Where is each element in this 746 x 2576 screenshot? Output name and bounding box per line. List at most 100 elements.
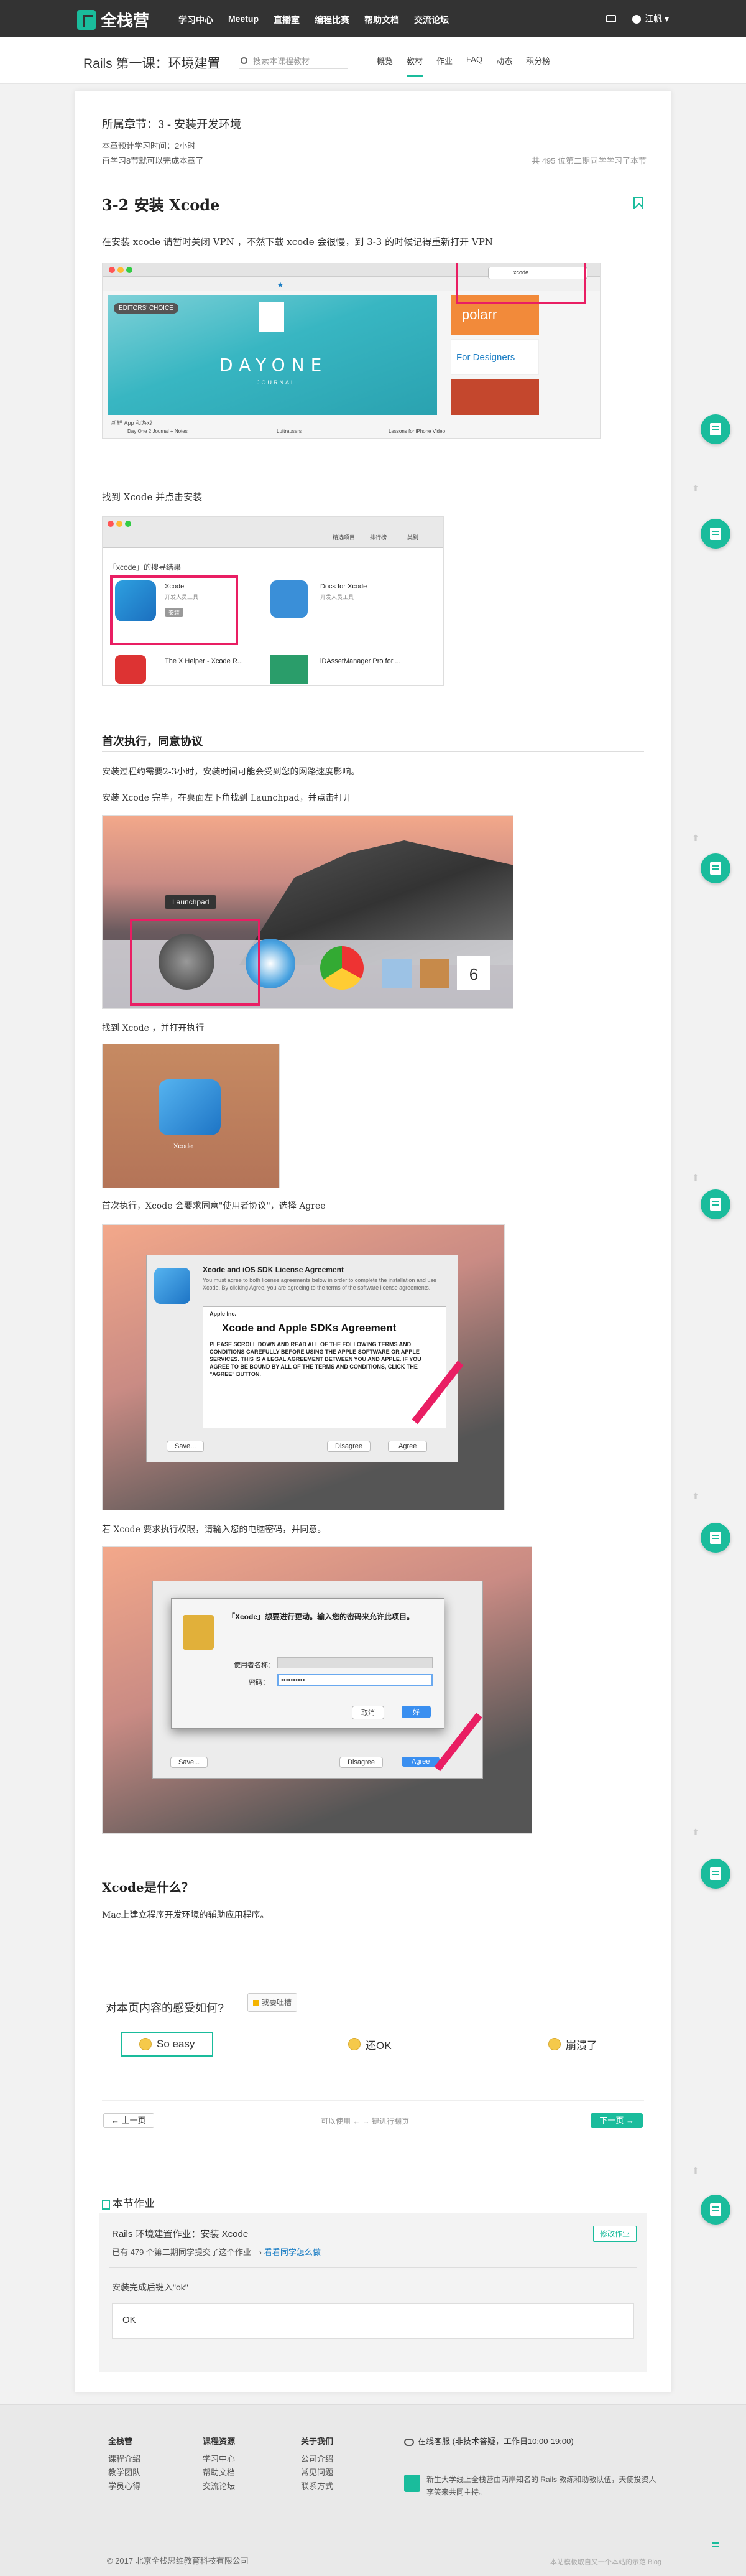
- scroll-up-icon[interactable]: ⬆: [690, 2165, 701, 2176]
- auth-pass-field: ••••••••••: [277, 1674, 433, 1686]
- window-minimize-icon: [117, 267, 124, 273]
- footer-link-learning-center[interactable]: 学习中心: [203, 2452, 235, 2466]
- idasset-app-icon: [270, 655, 308, 684]
- course-search-input[interactable]: 搜索本课程教材: [239, 54, 348, 69]
- nav-item-live-room[interactable]: 直播室: [274, 14, 300, 26]
- tab-faq[interactable]: FAQ: [466, 55, 482, 77]
- nav-item-forum[interactable]: 交流论坛: [414, 14, 449, 26]
- chrome-icon: [320, 946, 364, 990]
- bookmark-ribbon-icon: [259, 302, 284, 332]
- scroll-up-icon[interactable]: ⬆: [690, 1490, 701, 1502]
- app-luftrausers: Luftrausers: [277, 429, 302, 434]
- floating-note-button[interactable]: [701, 2195, 730, 2225]
- docs-app-icon: [270, 580, 308, 618]
- floating-note-button[interactable]: [701, 853, 730, 883]
- floating-note-button[interactable]: [701, 1859, 730, 1889]
- auth-ok-button: 好: [402, 1706, 431, 1718]
- scroll-up-icon[interactable]: ⬆: [690, 832, 701, 844]
- prev-page-button[interactable]: ← 上一页: [103, 2113, 154, 2128]
- feedback-option-easy-label: So easy: [157, 2038, 195, 2050]
- tab-activity[interactable]: 动态: [496, 55, 512, 77]
- main-nav: 学习中心 Meetup 直播室 编程比赛 帮助文档 交流论坛: [178, 14, 449, 26]
- result-docs-category: 开发人员工具: [320, 594, 354, 600]
- tab-overview[interactable]: 概览: [377, 55, 393, 77]
- chapter-progress: 共 495 位第二期同学学习了本节: [532, 156, 647, 165]
- mail-icon[interactable]: [606, 15, 617, 22]
- scroll-up-icon[interactable]: ⬆: [690, 1172, 701, 1183]
- license-body: PLEASE SCROLL DOWN AND READ ALL OF THE F…: [210, 1341, 421, 1377]
- license-text-area: Apple Inc. Xcode and Apple SDKs Agreemen…: [203, 1306, 446, 1428]
- tab-materials[interactable]: 教材: [407, 55, 423, 77]
- xcode-hammer-icon: [159, 1079, 221, 1135]
- footer-link-course-intro[interactable]: 课程介绍: [108, 2452, 140, 2466]
- lesson-title: 3-2 安装 Xcode: [102, 196, 220, 214]
- auth-save-button: Save...: [170, 1757, 208, 1768]
- tab-homework[interactable]: 作业: [436, 55, 453, 77]
- feedback-option-ok[interactable]: 还OK: [348, 2032, 392, 2057]
- footer-link-contact[interactable]: 联系方式: [301, 2480, 333, 2493]
- floating-note-button[interactable]: [701, 1189, 730, 1219]
- license-dialog: Xcode and iOS SDK License Agreement You …: [146, 1255, 458, 1462]
- floating-note-button[interactable]: [701, 414, 730, 444]
- nav-item-help-docs[interactable]: 帮助文档: [364, 14, 399, 26]
- document-icon: [102, 2199, 110, 2210]
- lesson-para-launchpad: 安装 Xcode 完毕，在桌面左下角找到 Launchpad，并点击打开: [102, 793, 352, 803]
- app-lessons: Lessons for iPhone Video: [389, 429, 446, 434]
- search-result-toolbar: 精选项目 排行榜 类别: [103, 517, 443, 548]
- scroll-up-icon[interactable]: ⬆: [690, 1826, 701, 1838]
- edit-homework-button[interactable]: 修改作业: [592, 2226, 637, 2242]
- result-docs-name: Docs for Xcode: [320, 583, 367, 590]
- homework-see-others-link[interactable]: 看看同学怎么做: [264, 2248, 321, 2257]
- license-agree-button: Agree: [388, 1441, 428, 1452]
- footer-link-help-docs[interactable]: 帮助文档: [203, 2466, 235, 2480]
- smile-emoji-icon: [139, 2038, 152, 2050]
- feedback-option-crash[interactable]: 崩溃了: [548, 2032, 597, 2057]
- bookmark-icon[interactable]: [633, 197, 643, 209]
- designers-label: For Designers: [456, 352, 515, 363]
- search-icon: [241, 57, 247, 64]
- brand-logo[interactable]: 全栈营: [77, 8, 149, 31]
- auth-dialog: 「Xcode」想要进行更动。输入您的密码来允许此项目。 使用者名称： 密码： •…: [171, 1598, 444, 1729]
- dayone-banner: EDITORS' CHOICE DAYONE JOURNAL: [108, 295, 437, 415]
- footer-link-forum[interactable]: 交流论坛: [203, 2480, 235, 2493]
- lesson-card: 所属章节：3 - 安装开发环境 本章预计学习时间：2小时 再学习8节就可以完成本…: [75, 91, 671, 2392]
- auth-agree-button: Agree: [402, 1757, 440, 1767]
- nav-item-contest[interactable]: 编程比赛: [315, 14, 349, 26]
- chapter-info: 所属章节：3 - 安装开发环境 本章预计学习时间：2小时 再学习8节就可以完成本…: [99, 103, 647, 165]
- course-title[interactable]: Rails 第一课：环境建置: [83, 53, 221, 72]
- nav-item-meetup[interactable]: Meetup: [228, 14, 259, 26]
- window-zoom-icon: [125, 521, 131, 527]
- footer-link-faq[interactable]: 常见问题: [301, 2466, 333, 2480]
- license-save-button: Save...: [167, 1441, 205, 1452]
- footer-support-text: 在线客服 (非技术答疑，工作日10:00-19:00): [418, 2437, 574, 2446]
- feedback-option-easy[interactable]: So easy: [121, 2032, 214, 2057]
- license-screenshot: Xcode and iOS SDK License Agreement You …: [102, 1224, 505, 1510]
- report-issue-button[interactable]: 我要吐槽: [247, 1993, 298, 2012]
- footer-col-head: 全栈营: [108, 2437, 133, 2446]
- tab-featured: 精选项目: [333, 534, 356, 541]
- auth-title: 「Xcode」想要进行更动。输入您的密码来允许此项目。: [228, 1612, 415, 1621]
- footer-link-team[interactable]: 教学团队: [108, 2466, 140, 2480]
- floating-note-button[interactable]: [701, 519, 730, 549]
- lesson-para-agree: 首次执行，Xcode 会要求同意"使用者协议"，选择 Agree: [102, 1201, 326, 1211]
- homework-name: Rails 环境建置作业：安装 Xcode: [112, 2229, 249, 2239]
- footer-support-link[interactable]: 在线客服 (非技术答疑，工作日10:00-19:00): [404, 2435, 574, 2447]
- scroll-up-icon[interactable]: ⬆: [690, 483, 701, 494]
- license-heading: Xcode and Apple SDKs Agreement: [222, 1322, 397, 1334]
- footer: 全栈营 课程介绍 教学团队 学员心得 课程资源 学习中心 帮助文档 交流论坛 关…: [0, 2404, 746, 2576]
- license-xcode-icon: [154, 1268, 190, 1304]
- window-zoom-icon: [126, 267, 132, 273]
- tab-leaderboard[interactable]: 积分榜: [526, 55, 550, 77]
- polarr-label: polarr: [462, 307, 497, 322]
- user-menu[interactable]: 江帆 ▾: [632, 12, 669, 25]
- nav-item-learning-center[interactable]: 学习中心: [178, 14, 213, 26]
- next-page-button[interactable]: 下一页 →: [591, 2113, 643, 2128]
- footer-link-company[interactable]: 公司介绍: [301, 2452, 333, 2466]
- floating-note-button[interactable]: [701, 1523, 730, 1553]
- window-minimize-icon: [116, 521, 122, 527]
- neutral-emoji-icon: [348, 2038, 361, 2050]
- footer-link-testimonials[interactable]: 学员心得: [108, 2480, 140, 2493]
- app-dayone: Day One 2 Journal + Notes: [127, 429, 188, 434]
- homework-prompt: 安装完成后键入"ok": [112, 2282, 188, 2292]
- featured-star-icon: ★: [277, 280, 284, 289]
